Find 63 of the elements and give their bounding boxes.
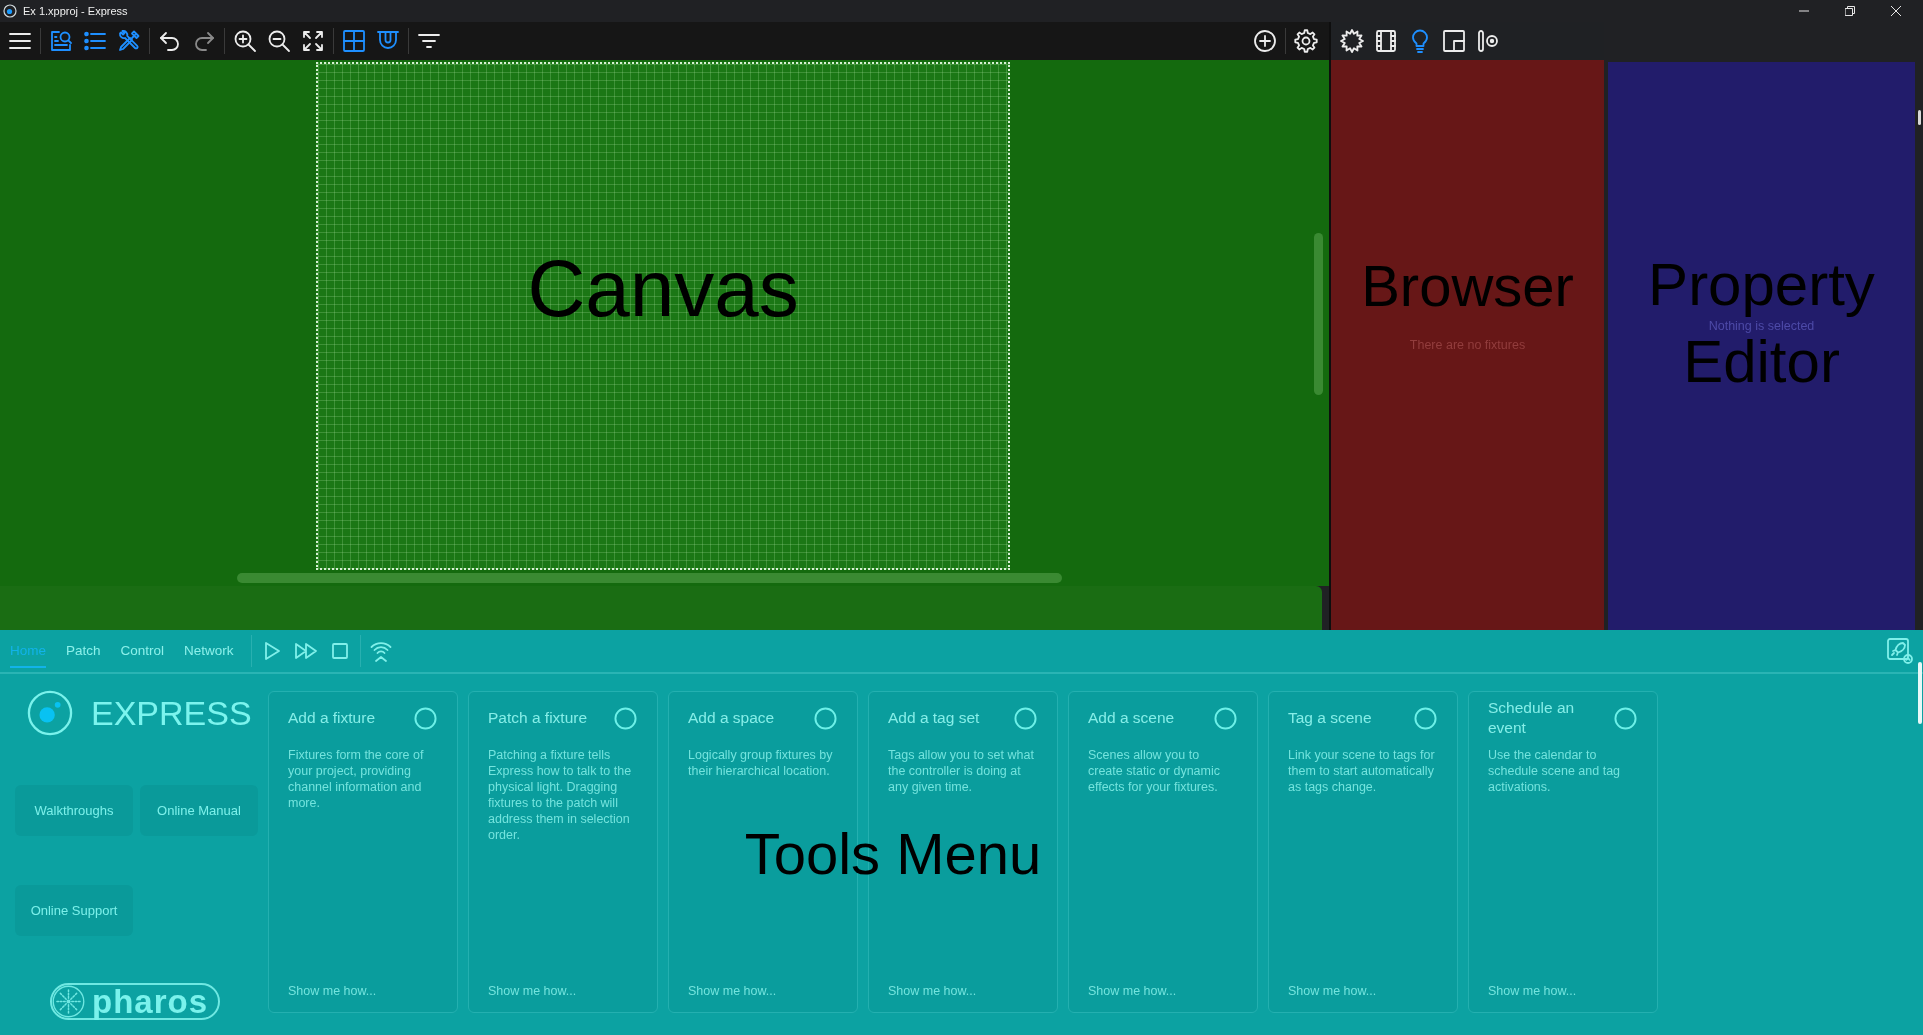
show-me-how-link[interactable]: Show me how...: [1488, 983, 1577, 999]
express-logo-icon: [27, 690, 73, 736]
card-title: Patch a fixture: [488, 708, 589, 728]
card-title: Add a space: [688, 708, 776, 728]
resource-button[interactable]: Online Manual: [140, 785, 258, 836]
list-icon[interactable]: [83, 29, 107, 53]
brand-name: EXPRESS: [91, 693, 252, 734]
property-editor-title: Editor: [1683, 332, 1840, 392]
close-icon[interactable]: [1891, 6, 1901, 16]
grid-icon[interactable]: [342, 29, 366, 53]
vertical-scrollbar[interactable]: [1918, 662, 1922, 724]
tab[interactable]: Home: [10, 634, 46, 668]
tool-card[interactable]: Tag a scene Link your scene to tags for them to start automatically as tags change. Show me how...: [1268, 691, 1458, 1013]
card-description: Patching a fixture tells Express how to talk to the physical light. Dragging fixtures to the patch will address them in selection order.: [488, 747, 633, 843]
expand-arrows-icon[interactable]: [301, 29, 325, 53]
company-logo-text: pharos: [92, 985, 209, 1018]
layout-icon[interactable]: [1442, 29, 1466, 53]
film-strip-icon[interactable]: [1374, 29, 1398, 53]
resource-button[interactable]: Online Support: [15, 885, 133, 936]
tool-card[interactable]: Add a scene Scenes allow you to create static or dynamic effects for your fixtures. Show me how...: [1068, 691, 1258, 1013]
vertical-scrollbar[interactable]: [1918, 110, 1921, 125]
wrench-screwdriver-icon[interactable]: [117, 29, 141, 53]
bar-and-circle-icon[interactable]: [1476, 29, 1500, 53]
restore-icon[interactable]: [1845, 6, 1855, 16]
canvas-title: Canvas: [526, 249, 800, 329]
property-editor-title: Property: [1648, 255, 1875, 315]
card-description: Use the calendar to schedule scene and tag activations.: [1488, 747, 1622, 795]
tab[interactable]: Patch: [66, 634, 101, 668]
empty-state-message: Nothing is selected: [1708, 318, 1815, 334]
card-description: Link your scene to tags for them to start automatically as tags change.: [1288, 747, 1436, 795]
show-me-how-link[interactable]: Show me how...: [288, 983, 377, 999]
vertical-scrollbar[interactable]: [1314, 233, 1323, 395]
settings-icon[interactable]: [1294, 29, 1318, 53]
card-title: Add a fixture: [288, 708, 377, 728]
show-me-how-link[interactable]: Show me how...: [1288, 983, 1377, 999]
card-title: Add a scene: [1088, 708, 1176, 728]
card-description: Tags allow you to set what the controller is doing at any given time.: [888, 747, 1035, 795]
show-me-how-link[interactable]: Show me how...: [488, 983, 577, 999]
horizontal-scrollbar[interactable]: [237, 573, 1062, 583]
resource-button[interactable]: Walkthroughs: [15, 785, 133, 836]
card-description: Fixtures form the core of your project, providing channel information and more.: [288, 747, 425, 811]
undo-icon[interactable]: [158, 29, 182, 53]
card-title: Add a tag set: [888, 708, 981, 728]
starburst-icon[interactable]: [1340, 29, 1364, 53]
card-description: Scenes allow you to create static or dynamic effects for your fixtures.: [1088, 747, 1221, 795]
show-me-how-link[interactable]: Show me how...: [888, 983, 977, 999]
plus-circle-icon[interactable]: [1253, 29, 1277, 53]
tab[interactable]: Control: [120, 634, 165, 668]
zoom-in-icon[interactable]: [233, 29, 257, 53]
tool-card[interactable]: Schedule an event Use the calendar to schedule scene and tag activations. Show me how...: [1468, 691, 1658, 1013]
tab[interactable]: Network: [184, 634, 234, 668]
browser-title: Browser: [1360, 257, 1575, 315]
tool-card[interactable]: Patch a fixture Patching a fixture tells Express how to talk to the physical light. Dragging fixtures to the patch will address them in selection order. Show me how...: [468, 691, 658, 1013]
show-me-how-link[interactable]: Show me how...: [1088, 983, 1177, 999]
document-search-icon[interactable]: [49, 29, 73, 53]
card-description: Logically group fixtures by their hierarchical location.: [688, 747, 834, 779]
card-title: Schedule an event: [1488, 698, 1576, 738]
card-title: Tag a scene: [1288, 708, 1373, 728]
show-me-how-link[interactable]: Show me how...: [688, 983, 777, 999]
app-logo-icon: [3, 4, 17, 18]
tool-card[interactable]: Add a fixture Fixtures form the core of your project, providing channel information and more. Show me how...: [268, 691, 458, 1013]
window-title: Ex 1.xpproj - Express: [23, 5, 128, 17]
zoom-out-icon[interactable]: [267, 29, 291, 53]
